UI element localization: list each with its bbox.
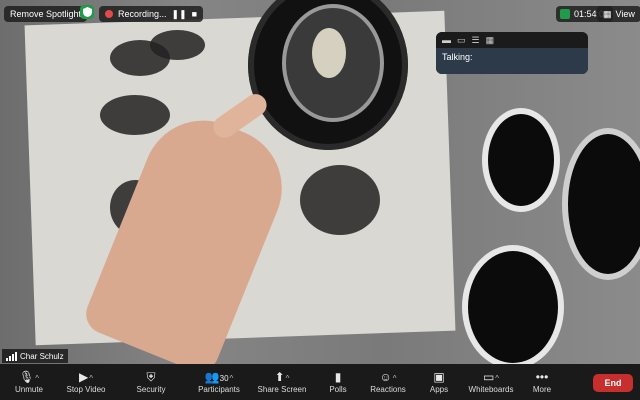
participant-name-tag: Char Schulz [2, 349, 68, 363]
polls-icon: ▮ [334, 369, 342, 384]
crab-painting [300, 165, 380, 235]
recording-indicator[interactable]: Recording... ❚❚ ■ [99, 6, 204, 22]
meeting-toolbar: 🎙^ Unmute ▶^ Stop Video ⛨ Security 👥30^ … [0, 364, 640, 400]
participants-button[interactable]: 👥30^ Participants [188, 364, 250, 400]
apps-button[interactable]: ▣ Apps [414, 364, 464, 400]
encryption-icon [560, 9, 570, 19]
minimize-icon[interactable]: ▬ [442, 35, 451, 45]
more-button[interactable]: ••• More [518, 364, 566, 400]
remove-spotlight-button[interactable]: Remove Spotlight [4, 6, 88, 22]
unmute-label: Unmute [14, 384, 43, 394]
participants-label: Participants [198, 384, 240, 394]
whiteboard-icon: ▭^ [482, 369, 500, 384]
whiteboards-button[interactable]: ▭^ Whiteboards [464, 364, 518, 400]
view-button[interactable]: ▦ View [597, 6, 640, 22]
plate-label [312, 28, 346, 78]
security-label: Security [136, 384, 166, 394]
shrimp-painting [150, 30, 205, 60]
grid-view-icon[interactable]: ▦ [486, 35, 495, 46]
talking-label: Talking: [436, 48, 588, 74]
participant-name: Char Schulz [20, 351, 64, 361]
restore-icon[interactable]: ▭ [457, 35, 466, 46]
shrimp-painting [100, 95, 170, 135]
share-screen-button[interactable]: ⬆^ Share Screen [250, 364, 314, 400]
view-label: View [615, 9, 635, 19]
ink-bowl [482, 108, 560, 212]
share-screen-icon: ⬆^ [274, 369, 290, 384]
whiteboards-label: Whiteboards [468, 384, 514, 394]
ink-bowl [562, 128, 640, 280]
polls-label: Polls [329, 384, 347, 394]
stop-recording-button[interactable]: ■ [192, 9, 197, 19]
security-shield-icon[interactable] [80, 5, 94, 19]
pause-recording-button[interactable]: ❚❚ [172, 9, 187, 20]
recording-icon [105, 10, 113, 18]
apps-icon: ▣ [433, 369, 445, 384]
reactions-label: Reactions [370, 384, 406, 394]
talking-indicator-panel: ▬ ▭ ☰ ▦ Talking: [436, 32, 588, 74]
security-button[interactable]: ⛨ Security [114, 364, 188, 400]
unmute-button[interactable]: 🎙^ Unmute [0, 364, 58, 400]
stop-video-label: Stop Video [66, 384, 106, 394]
microphone-muted-icon: 🎙^ [19, 369, 39, 384]
more-icon: ••• [535, 369, 549, 384]
list-icon[interactable]: ☰ [472, 35, 480, 46]
reactions-button[interactable]: ☺^ Reactions [362, 364, 414, 400]
participants-icon: 👥30^ [204, 369, 234, 384]
more-label: More [532, 384, 552, 394]
signal-strength-icon [6, 351, 17, 361]
security-icon: ⛨ [146, 369, 156, 384]
talking-panel-controls: ▬ ▭ ☰ ▦ [436, 32, 588, 48]
participants-count: 30 [219, 373, 229, 383]
reactions-icon: ☺^ [379, 369, 397, 384]
ink-bowl [462, 245, 564, 364]
polls-button[interactable]: ▮ Polls [314, 364, 362, 400]
remove-spotlight-label: Remove Spotlight [10, 9, 82, 19]
end-meeting-button[interactable]: End [593, 374, 633, 392]
apps-label: Apps [429, 384, 449, 394]
recording-label: Recording... [118, 9, 167, 19]
grid-icon: ▦ [603, 8, 612, 19]
video-camera-icon: ▶^ [79, 369, 93, 384]
stop-video-button[interactable]: ▶^ Stop Video [58, 364, 114, 400]
share-screen-label: Share Screen [257, 384, 307, 394]
